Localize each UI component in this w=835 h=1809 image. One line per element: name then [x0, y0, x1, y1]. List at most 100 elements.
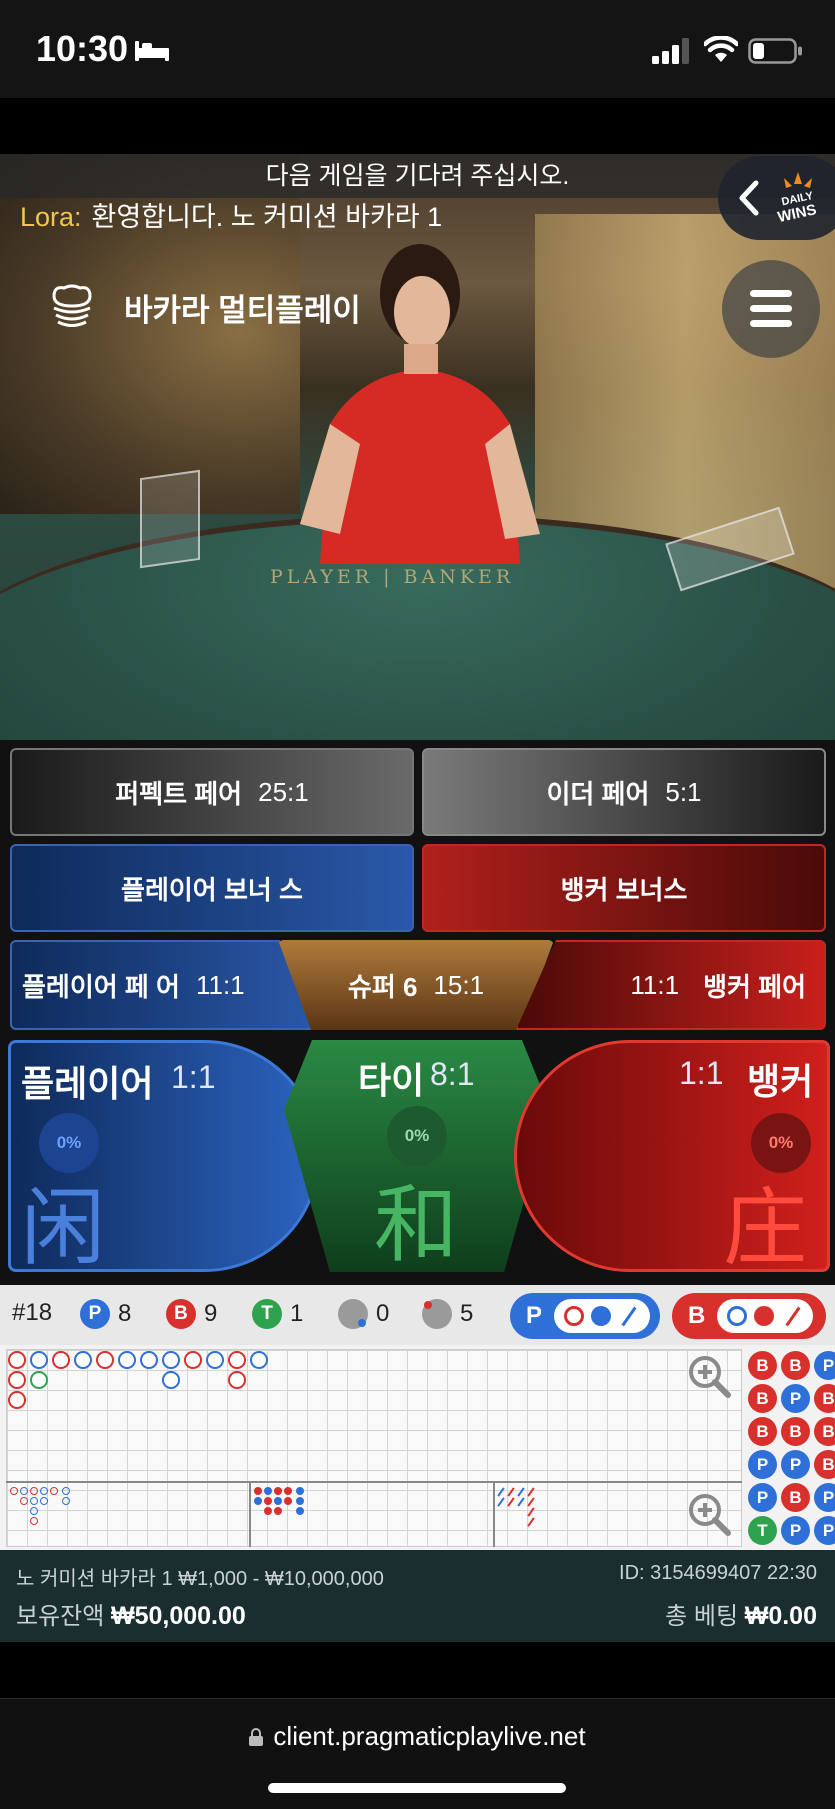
player-pair-bet[interactable]: 플레이어 페 어 11:1 — [10, 940, 320, 1030]
status-bar: 10:30 — [0, 0, 835, 98]
total-bet-value: ₩0.00 — [744, 1602, 817, 1630]
bead-player: P — [748, 1483, 777, 1512]
super6-label: 슈퍼 6 — [347, 971, 418, 1002]
banker-label: 뱅커 — [747, 1061, 814, 1102]
card-shoe — [140, 469, 200, 569]
banker-wins-stat: B9 — [166, 1299, 217, 1329]
bead-banker: B — [814, 1417, 835, 1446]
url-text: client.pragmaticplaylive.net — [273, 1721, 586, 1751]
road-stats: #18 P8 B9 T1 0 5 P B — [0, 1285, 835, 1345]
player-wins-stat: P8 — [80, 1299, 131, 1329]
bead-banker: B — [814, 1450, 835, 1479]
either-pair-label: 이더 페어 — [546, 778, 650, 809]
lock-icon — [249, 1728, 264, 1746]
banker-pair-icon — [422, 1299, 452, 1329]
wifi-icon — [704, 36, 738, 62]
bead-banker: B — [781, 1483, 810, 1512]
baccarat-chip-icon — [52, 284, 92, 327]
bead-player: P — [814, 1483, 835, 1512]
player-label: 플레이어 — [21, 1063, 154, 1104]
menu-button[interactable] — [722, 260, 820, 358]
player-pair-odds: 11:1 — [195, 969, 245, 1000]
browser-address-bar[interactable]: client.pragmaticplaylive.net — [0, 1698, 835, 1809]
round-id: ID: 3154699407 22:30 — [619, 1562, 817, 1584]
small-road-predict-icon — [591, 1306, 611, 1326]
top-spacer — [0, 98, 835, 154]
perfect-pair-odds: 25:1 — [258, 776, 309, 807]
player-pair-label: 플레이어 페 어 — [22, 971, 180, 1002]
home-indicator[interactable] — [268, 1783, 566, 1793]
super6-odds: 15:1 — [433, 969, 485, 1000]
bead-banker: B — [748, 1417, 777, 1446]
bead-player: P — [814, 1516, 835, 1545]
banker-predict-button[interactable]: B — [672, 1293, 826, 1339]
player-bonus-bet[interactable]: 플레이어 보너 스 — [10, 844, 414, 932]
either-pair-bet[interactable]: 이더 페어 5:1 — [422, 748, 826, 836]
cockroach-predict-icon — [621, 1306, 637, 1326]
banker-bonus-label: 뱅커 보너스 — [560, 874, 688, 905]
tie-bet[interactable]: 타이 8:1 0% 和 — [284, 1040, 550, 1272]
tie-label: 타이 — [358, 1060, 425, 1101]
balance: 보유잔액 ₩50,000.00 — [16, 1596, 246, 1631]
balance-value: ₩50,000.00 — [111, 1602, 246, 1630]
big-eye-predict-icon — [727, 1306, 747, 1326]
game-info-bar: 노 커미션 바카라 1 ₩1,000 - ₩10,000,000 보유잔액 ₩5… — [0, 1550, 835, 1642]
round-number: #18 — [12, 1299, 53, 1326]
banker-pair-count: 5 — [460, 1300, 474, 1327]
tie-odds: 8:1 — [430, 1056, 475, 1092]
perfect-pair-bet[interactable]: 퍼펙트 페어 25:1 — [10, 748, 414, 836]
status-time: 10:30 — [36, 28, 129, 69]
table-limits: 노 커미션 바카라 1 ₩1,000 - ₩10,000,000 — [16, 1568, 384, 1590]
bead-player: P — [814, 1351, 835, 1380]
banker-wins-count: 9 — [204, 1300, 218, 1327]
bead-banker: B — [781, 1417, 810, 1446]
player-badge-icon: P — [80, 1299, 110, 1329]
sleep-focus-icon — [135, 41, 169, 61]
bead-player: P — [748, 1450, 777, 1479]
table-layout-text: PLAYER | BANKER — [270, 566, 515, 588]
bead-banker: B — [814, 1384, 835, 1413]
bead-tie: T — [748, 1516, 777, 1545]
bead-banker: B — [748, 1384, 777, 1413]
player-wins-count: 8 — [118, 1300, 132, 1327]
scoreboard-roads[interactable]: BBPBPBBBBPPBPBPTPP — [0, 1345, 835, 1550]
banker-hanzi: 庄 — [723, 1179, 808, 1272]
tie-hanzi: 和 — [374, 1176, 459, 1272]
either-pair-odds: 5:1 — [665, 776, 702, 807]
zoom-in-icon[interactable] — [686, 1491, 732, 1537]
bead-player: P — [781, 1384, 810, 1413]
banker-bet[interactable]: 1:1 뱅커 0% 庄 — [514, 1040, 830, 1272]
big-road-grid[interactable] — [6, 1349, 742, 1547]
banker-pair-label: 뱅커 페어 — [703, 971, 806, 1002]
daily-wins-logo[interactable]: DAILY WINS — [770, 170, 826, 228]
player-bet[interactable]: 플레이어 1:1 0% 闲 — [8, 1040, 320, 1272]
player-pair-count: 0 — [376, 1300, 390, 1327]
player-predict-button[interactable]: P — [510, 1293, 660, 1339]
hamburger-menu-icon — [750, 290, 792, 297]
banker-predict-label: B — [688, 1302, 706, 1329]
zoom-in-icon[interactable] — [686, 1353, 732, 1399]
chat-text: 환영합니다. 노 커미션 바카라 1 — [91, 202, 443, 232]
bead-player: P — [781, 1516, 810, 1545]
tie-bet-percent: 0% — [387, 1106, 447, 1166]
banker-pair-odds: 11:1 — [630, 969, 680, 1000]
tie-count: 1 — [290, 1300, 304, 1327]
game-notice: 다음 게임을 기다려 주십시오. — [0, 154, 835, 198]
player-pair-icon — [338, 1299, 368, 1329]
chevron-left-icon[interactable] — [738, 180, 760, 216]
banker-bonus-bet[interactable]: 뱅커 보너스 — [422, 844, 826, 932]
bead-player: P — [781, 1450, 810, 1479]
player-pair-stat: 0 — [338, 1299, 389, 1329]
tie-stat: T1 — [252, 1299, 303, 1329]
banker-odds: 1:1 — [679, 1055, 724, 1091]
chat-message: Lora: 환영합니다. 노 커미션 바카라 1 — [20, 198, 442, 236]
super6-bet[interactable]: 슈퍼 6 15:1 — [278, 940, 554, 1030]
big-eye-predict-icon — [563, 1306, 584, 1326]
banker-pair-bet[interactable]: 11:1 뱅커 페어 — [516, 940, 826, 1030]
cockroach-predict-icon — [785, 1306, 801, 1326]
banker-pair-stat: 5 — [422, 1299, 473, 1329]
perfect-pair-label: 퍼펙트 페어 — [115, 778, 243, 809]
bead-banker: B — [748, 1351, 777, 1380]
player-odds: 1:1 — [171, 1059, 216, 1095]
live-video[interactable]: PLAYER | BANKER — [0, 154, 835, 740]
